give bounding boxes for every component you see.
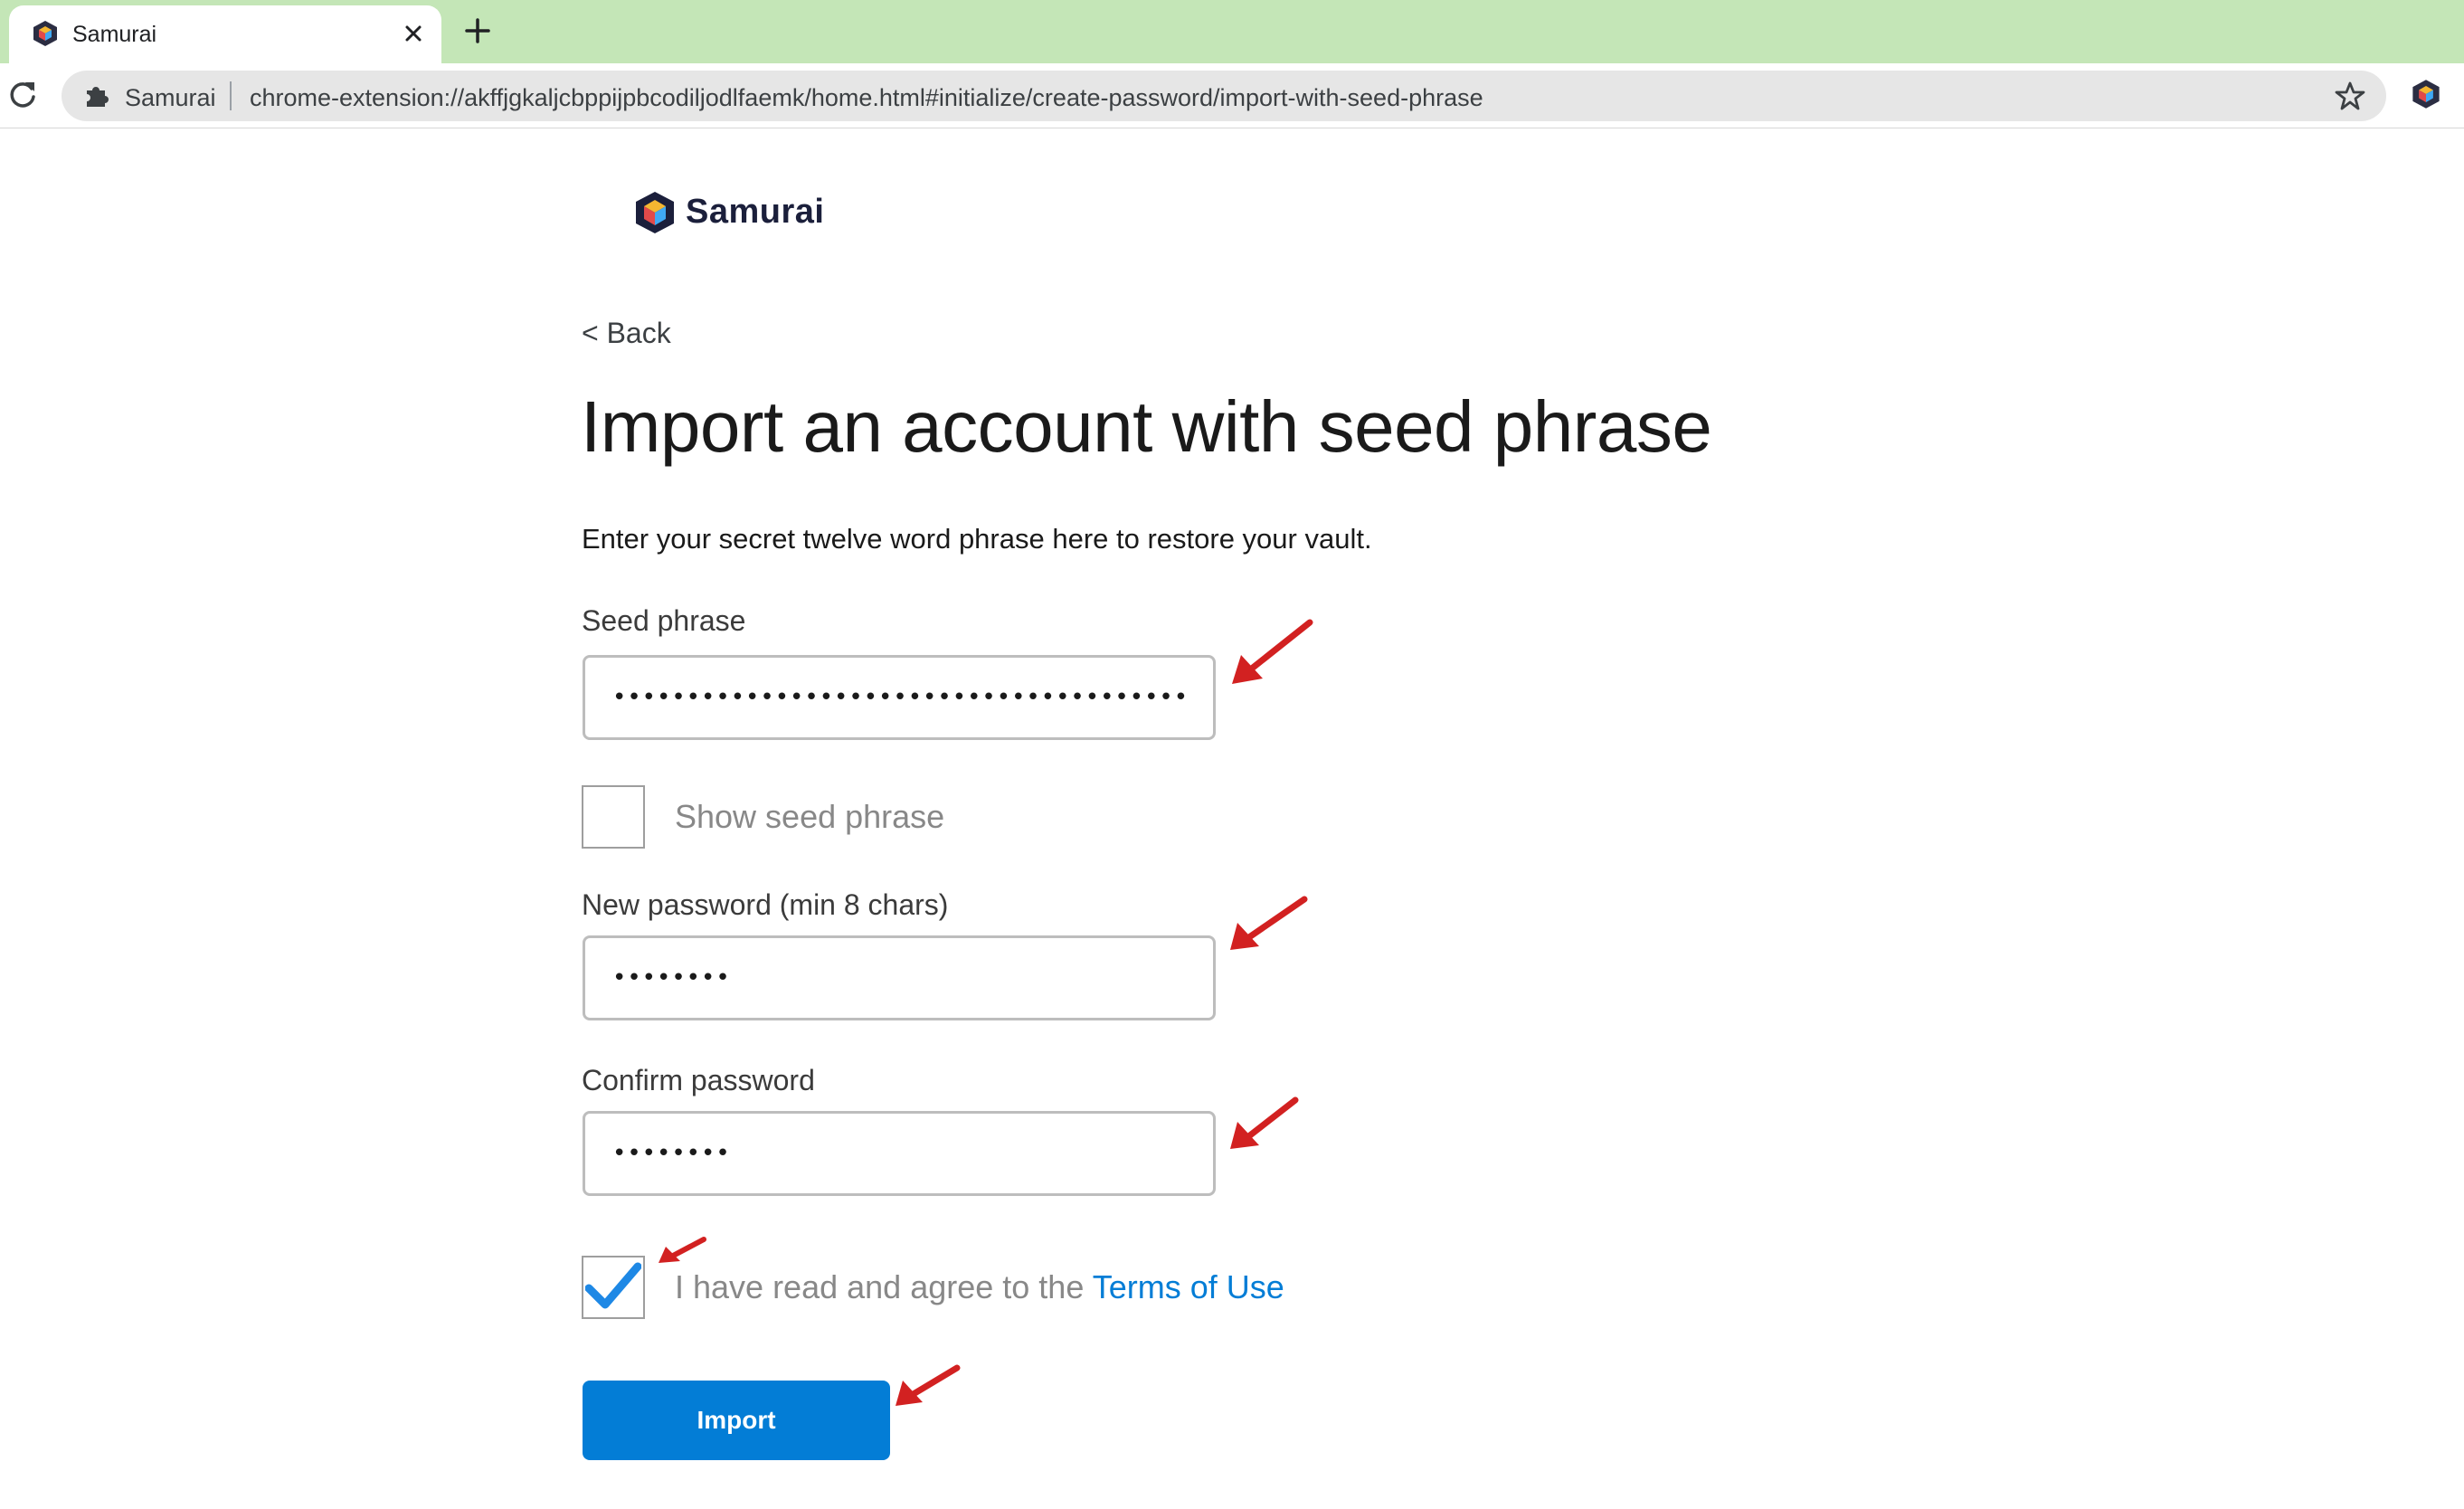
new-password-label: New password (min 8 chars) [582, 888, 949, 921]
show-seed-phrase-label: Show seed phrase [675, 798, 945, 835]
url-text[interactable]: chrome-extension://akffjgkaljcbppijpbcod… [250, 84, 1483, 112]
seed-phrase-input[interactable] [583, 655, 1216, 740]
address-divider [230, 81, 232, 110]
tab-strip: Samurai [0, 0, 2464, 63]
red-arrow-icon [659, 1237, 706, 1263]
back-link[interactable]: < Back [582, 317, 671, 350]
browser-tab[interactable]: Samurai [9, 5, 441, 63]
red-arrow-icon [1230, 896, 1308, 950]
samurai-cube-icon [636, 192, 674, 233]
red-arrow-icon [1230, 1096, 1299, 1149]
reload-icon[interactable] [5, 78, 40, 112]
page-title: Import an account with seed phrase [581, 386, 1712, 467]
brand-name: Samurai [686, 193, 825, 231]
address-bar[interactable]: Samurai chrome-extension://akffjgkaljcbp… [62, 71, 2386, 121]
plus-icon[interactable] [461, 14, 494, 47]
confirm-password-input[interactable] [583, 1111, 1216, 1196]
terms-label-text: I have read and agree to the [675, 1268, 1093, 1305]
puzzle-piece-icon [87, 87, 109, 107]
show-seed-phrase-checkbox[interactable] [582, 785, 645, 849]
samurai-cube-icon[interactable] [2410, 78, 2442, 110]
terms-label: I have read and agree to the Terms of Us… [675, 1268, 1284, 1306]
browser-toolbar: Samurai chrome-extension://akffjgkaljcbp… [0, 63, 2464, 128]
checkmark-icon [585, 1262, 641, 1309]
tab-title: Samurai [72, 22, 157, 47]
new-password-input[interactable] [583, 935, 1216, 1020]
star-icon[interactable] [2334, 80, 2366, 112]
page-subtitle: Enter your secret twelve word phrase her… [582, 523, 1372, 555]
extension-name: Samurai [125, 84, 216, 111]
close-icon[interactable] [398, 18, 429, 49]
red-arrow-icon [1232, 619, 1313, 684]
red-arrow-icon [896, 1364, 961, 1406]
import-button[interactable]: Import [583, 1381, 890, 1460]
confirm-password-label: Confirm password [582, 1064, 815, 1096]
terms-of-use-link[interactable]: Terms of Use [1093, 1268, 1284, 1305]
terms-checkbox[interactable] [582, 1256, 645, 1319]
seed-phrase-label: Seed phrase [582, 604, 746, 637]
samurai-cube-icon [33, 21, 57, 46]
